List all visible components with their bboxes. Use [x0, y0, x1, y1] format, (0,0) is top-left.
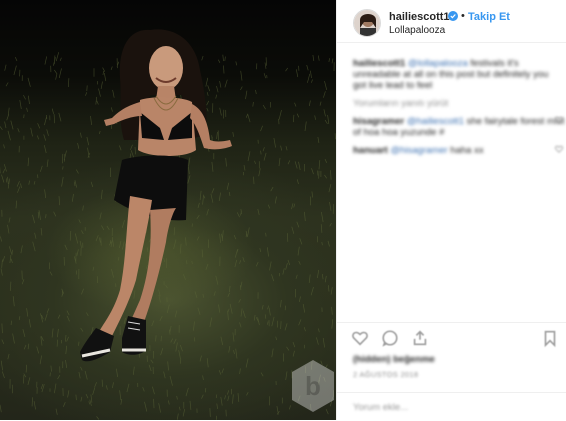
caption-text-1: festivals it's — [467, 58, 519, 69]
username-link[interactable]: hailiescott1 — [389, 11, 450, 23]
comment-mention[interactable]: @hisagramer — [390, 145, 447, 156]
likes-count[interactable]: (hidden) beğenme — [353, 354, 435, 365]
add-comment-bar: Yorum ekle... — [337, 392, 566, 421]
bookmark-icon[interactable] — [541, 329, 559, 347]
location-link[interactable]: Lollapalooza — [389, 25, 445, 36]
svg-text:b: b — [305, 371, 321, 401]
share-icon[interactable] — [411, 329, 429, 347]
post-photo[interactable]: b — [0, 0, 336, 420]
caption-username[interactable]: hailiescott1 — [353, 58, 405, 69]
verified-badge-icon — [448, 11, 458, 21]
watermark-logo: b — [292, 360, 334, 412]
separator-dot: • — [461, 10, 465, 22]
heart-icon[interactable] — [555, 116, 563, 124]
heart-icon[interactable] — [351, 329, 369, 347]
comment-icon[interactable] — [381, 329, 399, 347]
comment-text: haha xx — [447, 145, 484, 156]
comment-item: Yorumların yanıtı yürüt — [353, 98, 553, 109]
caption-text-3: got live lead to feel — [353, 80, 433, 91]
post-date: 2 AĞUSTOS 2018 — [353, 370, 419, 379]
comment-text: she fairytale forest mist — [464, 116, 565, 127]
comment-mention[interactable]: @hailiescott1 — [407, 116, 464, 127]
view-replies-link[interactable]: Yorumların yanıtı yürüt — [353, 98, 553, 109]
comment-username[interactable]: hanuart — [353, 145, 388, 156]
caption-text-2: unreadable at all on this post but defin… — [353, 69, 549, 80]
post-header: hailiescott1 • Takip Et Lollapalooza — [337, 0, 566, 43]
heart-icon[interactable] — [555, 145, 563, 153]
comment-item: hisagramer @hailiescott1 she fairytale f… — [353, 116, 564, 138]
person-figure — [80, 29, 232, 362]
post-side-panel: hailiescott1 • Takip Et Lollapalooza hai… — [336, 0, 566, 420]
instagram-post: b hailiescott1 • Takip Et Lollapalooza h… — [0, 0, 566, 420]
follow-button[interactable]: Takip Et — [468, 11, 510, 23]
avatar[interactable] — [353, 9, 381, 37]
comment-username[interactable]: hisagramer — [353, 116, 404, 127]
caption: hailiescott1 @lollapalooza festivals it'… — [353, 58, 553, 91]
comment-text-2: of hoa hoa yuzunde # — [353, 127, 445, 138]
action-bar — [337, 322, 566, 353]
add-comment-input[interactable]: Yorum ekle... — [353, 402, 408, 413]
caption-mention[interactable]: @lollapalooza — [408, 58, 468, 69]
comments-list: hailiescott1 @lollapalooza festivals it'… — [353, 58, 564, 163]
comment-item: hanuart @hisagramer haha xx — [353, 145, 563, 156]
